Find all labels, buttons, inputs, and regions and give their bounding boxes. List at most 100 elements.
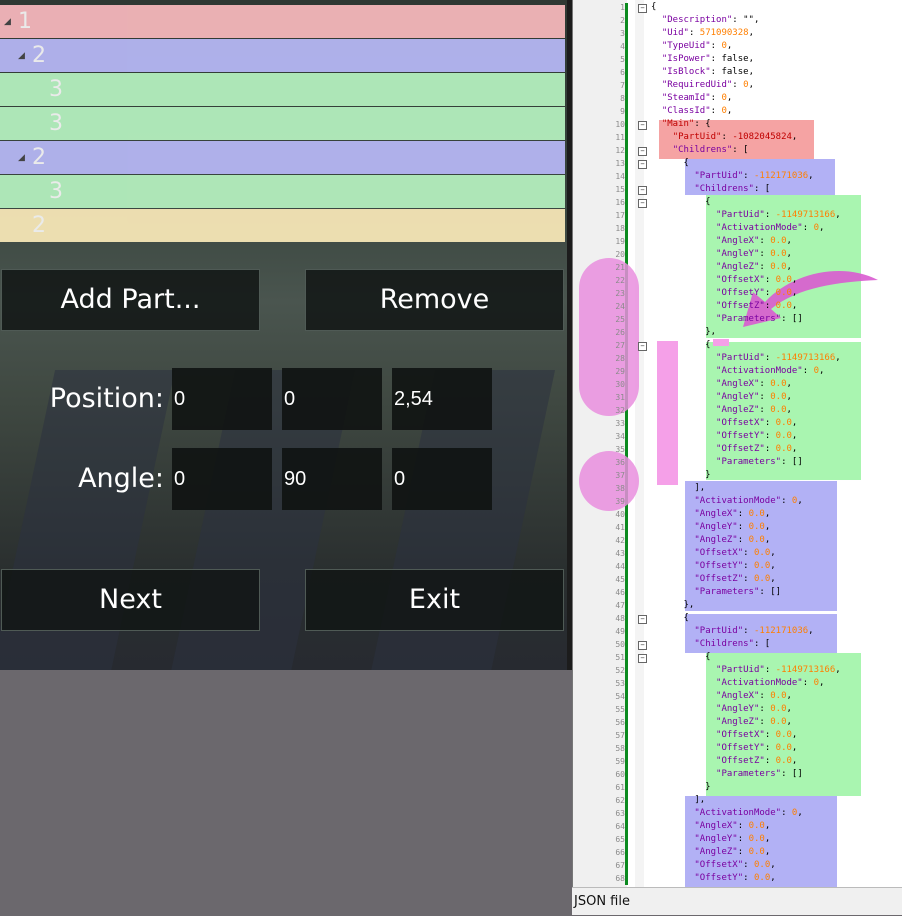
line-number: 26 <box>615 328 625 337</box>
part-editor-panel: ◢ 1 ◢ 2 3 3 ◢ 2 3 2 Add Part... Remove P… <box>0 0 567 670</box>
code-line: "OffsetZ": 0.0, <box>716 756 798 766</box>
code-line: "IsPower": false, <box>661 54 754 64</box>
code-line: "AngleX": 0.0, <box>716 379 792 389</box>
code-line: "Parameters": [] <box>716 457 803 467</box>
code-line: "ActivationMode": 0, <box>694 496 803 506</box>
fold-toggle-icon[interactable]: − <box>638 654 647 663</box>
position-y-input[interactable] <box>282 368 382 430</box>
expand-triangle-icon[interactable]: ◢ <box>18 40 25 73</box>
angle-z-input[interactable] <box>392 448 492 510</box>
fold-toggle-icon[interactable]: − <box>638 641 647 650</box>
fold-toggle-icon[interactable]: − <box>638 4 647 13</box>
code-line: "OffsetZ": 0.0, <box>716 301 798 311</box>
line-number: 64 <box>615 822 625 831</box>
line-number: 11 <box>615 133 625 142</box>
remove-button[interactable]: Remove <box>305 269 564 331</box>
line-number: 12 <box>615 146 625 155</box>
tree-row[interactable]: 2 <box>0 209 565 242</box>
code-line: "ActivationMode": 0, <box>694 808 803 818</box>
angle-y-input[interactable] <box>282 448 382 510</box>
line-number: 29 <box>615 367 625 376</box>
line-number: 47 <box>615 601 625 610</box>
line-number: 43 <box>615 549 625 558</box>
code-line: "AngleX": 0.0, <box>694 821 771 831</box>
expand-triangle-icon[interactable]: ◢ <box>18 142 25 175</box>
code-line: "IsBlock": false, <box>661 67 754 77</box>
line-number: 34 <box>615 432 625 441</box>
code-line: "Main": { <box>661 119 711 129</box>
line-number: 68 <box>615 874 625 883</box>
code-line: { <box>651 197 711 207</box>
fold-toggle-icon[interactable]: − <box>638 615 647 624</box>
code-line: "OffsetY": 0.0, <box>716 288 798 298</box>
line-number: 60 <box>615 770 625 779</box>
code-line: }, <box>651 327 717 337</box>
tree-row[interactable]: 3 <box>0 175 565 208</box>
line-number: 41 <box>615 523 625 532</box>
code-line: "ClassId": 0, <box>661 106 733 116</box>
line-number: 13 <box>615 159 625 168</box>
code-line: ], <box>651 483 706 493</box>
line-number: 18 <box>615 224 625 233</box>
fold-toggle-icon[interactable]: − <box>638 186 647 195</box>
line-number: 61 <box>615 783 625 792</box>
code-line: "PartUid": -1149713166, <box>716 353 841 363</box>
line-number: 51 <box>615 653 625 662</box>
code-line: "OffsetY": 0.0, <box>716 743 798 753</box>
fold-toggle-icon[interactable]: − <box>638 160 647 169</box>
code-line: "OffsetX": 0.0, <box>716 418 798 428</box>
line-number: 23 <box>615 289 625 298</box>
code-line: "AngleX": 0.0, <box>716 236 792 246</box>
expand-triangle-icon[interactable]: ◢ <box>4 6 11 39</box>
code-editor[interactable]: { "Description": "", "Uid": 571090328, "… <box>572 0 902 915</box>
angle-label: Angle: <box>78 463 164 494</box>
angle-x-input[interactable] <box>172 448 272 510</box>
tree-row[interactable]: ◢ 2 <box>0 39 565 72</box>
fold-toggle-icon[interactable]: − <box>638 121 647 130</box>
fold-toggle-icon[interactable]: − <box>638 342 647 351</box>
code-line: "Childrens": [ <box>672 145 749 155</box>
code-line: "ActivationMode": 0, <box>716 366 825 376</box>
next-button[interactable]: Next <box>1 569 260 631</box>
line-number: 21 <box>615 263 625 272</box>
code-line: "AngleY": 0.0, <box>716 704 792 714</box>
line-number: 53 <box>615 679 625 688</box>
line-number: 6 <box>620 68 625 77</box>
fold-toggle-icon[interactable]: − <box>638 199 647 208</box>
line-number: 38 <box>615 484 625 493</box>
code-line: "Childrens": [ <box>694 639 771 649</box>
line-number: 33 <box>615 419 625 428</box>
code-line: "ActivationMode": 0, <box>716 223 825 233</box>
code-line: "TypeUid": 0, <box>661 41 733 51</box>
tree-row[interactable]: ◢ 2 <box>0 141 565 174</box>
line-number: 7 <box>620 81 625 90</box>
position-z-input[interactable] <box>392 368 492 430</box>
code-line: { <box>651 613 689 623</box>
code-line: "OffsetY": 0.0, <box>716 431 798 441</box>
code-line: "AngleZ": 0.0, <box>716 262 792 272</box>
code-line: { <box>651 158 689 168</box>
fold-toggle-icon[interactable]: − <box>638 147 647 156</box>
add-part-button[interactable]: Add Part... <box>1 269 260 331</box>
line-number: 27 <box>615 341 625 350</box>
position-x-input[interactable] <box>172 368 272 430</box>
exit-button[interactable]: Exit <box>305 569 564 631</box>
code-line: "OffsetX": 0.0, <box>716 275 798 285</box>
line-number: 8 <box>620 94 625 103</box>
code-line: "OffsetZ": 0.0, <box>694 574 776 584</box>
tree-row-label: 2 <box>32 43 46 68</box>
code-line: "OffsetY": 0.0, <box>694 873 776 883</box>
tree-row[interactable]: 3 <box>0 107 565 140</box>
line-number: 63 <box>615 809 625 818</box>
line-number: 10 <box>615 120 625 129</box>
code-line: "AngleZ": 0.0, <box>694 847 771 857</box>
tree-row[interactable]: ◢ 1 <box>0 5 565 38</box>
line-number: 56 <box>615 718 625 727</box>
line-number: 39 <box>615 497 625 506</box>
line-number: 19 <box>615 237 625 246</box>
code-line: "AngleY": 0.0, <box>716 249 792 259</box>
tree-row-label: 1 <box>18 9 32 34</box>
line-number: 57 <box>615 731 625 740</box>
line-number: 46 <box>615 588 625 597</box>
tree-row[interactable]: 3 <box>0 73 565 106</box>
